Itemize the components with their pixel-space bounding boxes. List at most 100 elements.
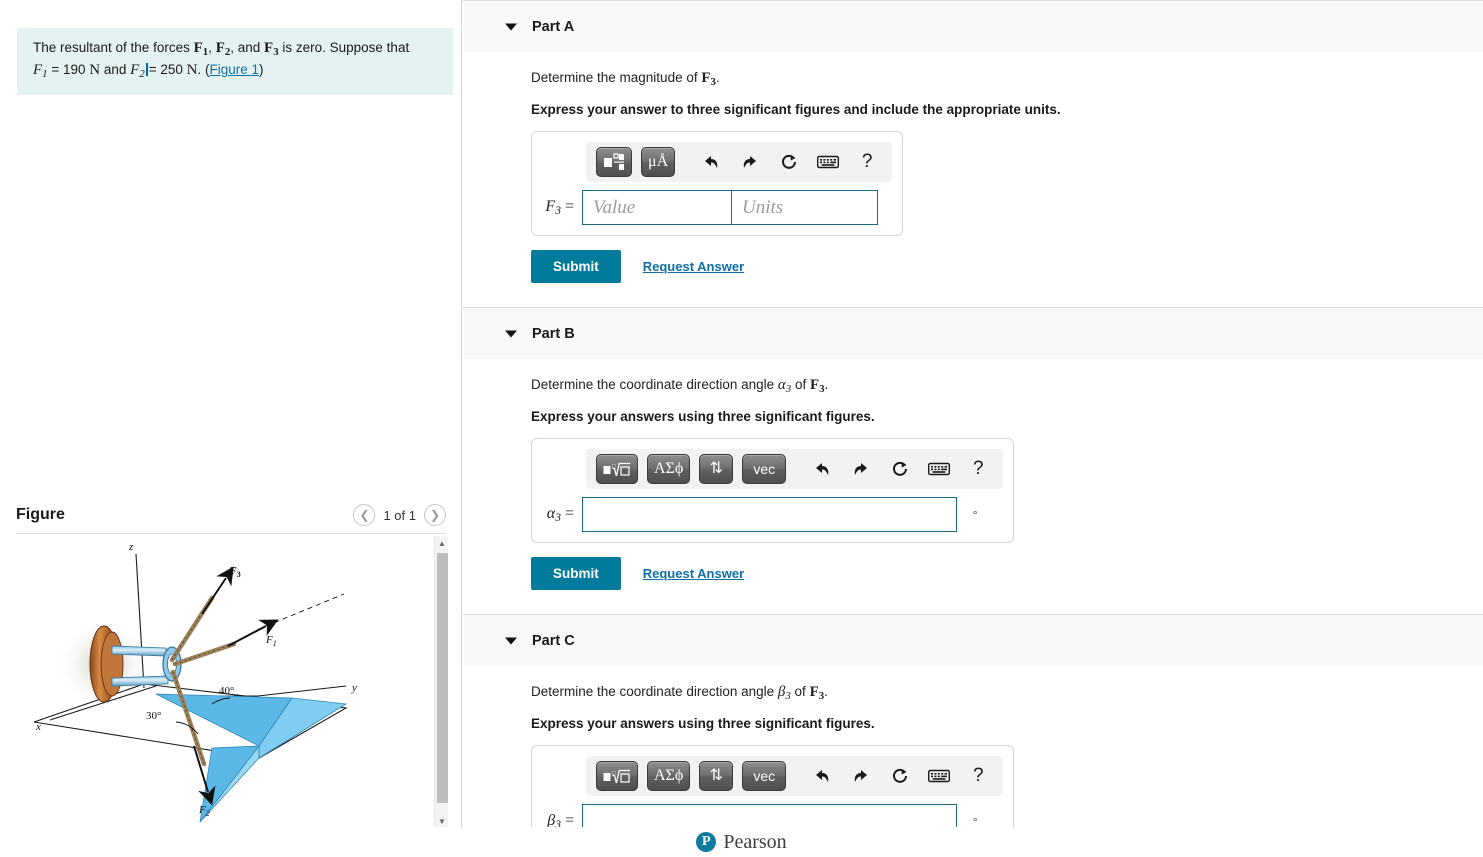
reset-button[interactable] bbox=[885, 455, 915, 483]
part-b-question-variable: F3 bbox=[809, 377, 825, 396]
given-f2-value: = 250 bbox=[148, 62, 183, 78]
part-b-degree-symbol: ° bbox=[973, 508, 978, 521]
part-b-header[interactable]: Part B bbox=[463, 307, 1483, 360]
part-c-question-variable: F3 bbox=[809, 684, 825, 703]
template-root-button[interactable]: □ bbox=[596, 454, 638, 485]
page-root: The resultant of the forces F1, F2, and … bbox=[0, 0, 1483, 857]
figure-1-link[interactable]: Figure 1 bbox=[210, 62, 260, 77]
figure-prev-button[interactable]: ❮ bbox=[353, 504, 376, 526]
rope-twist-detail bbox=[171, 597, 235, 765]
left-panel: The resultant of the forces F1, F2, and … bbox=[0, 0, 462, 857]
part-c-question-post: . bbox=[824, 684, 828, 700]
problem-sep-2: , and bbox=[230, 40, 265, 55]
figure-pager: ❮ 1 of 1 ❯ bbox=[353, 504, 446, 526]
arrows-button[interactable]: ⇅ bbox=[699, 761, 734, 792]
part-b-request-answer-link[interactable]: Request Answer bbox=[643, 566, 744, 581]
template-root-button[interactable]: □ bbox=[596, 761, 638, 792]
part-a-input-row: F3 = bbox=[540, 190, 894, 226]
part-a-units-input[interactable] bbox=[732, 190, 878, 226]
figure-scrollbar[interactable]: ▲ ▼ bbox=[434, 536, 448, 828]
part-b-input-row: α3 = ° bbox=[540, 497, 1005, 533]
part-a-value-input[interactable] bbox=[582, 190, 732, 226]
force-vector-f1 bbox=[227, 619, 279, 647]
keyboard-button[interactable] bbox=[813, 148, 843, 176]
given-f1-unit: N bbox=[89, 62, 101, 79]
help-button[interactable]: ? bbox=[852, 148, 882, 176]
vector-button[interactable]: vec bbox=[742, 761, 787, 792]
part-c-label: Part C bbox=[532, 632, 575, 649]
greek-symbols-button[interactable]: ΑΣϕ bbox=[647, 761, 691, 792]
part-b-question-mid: of bbox=[791, 377, 810, 393]
y-axis-line-outer bbox=[257, 685, 347, 697]
triangle-down-icon[interactable] bbox=[505, 23, 517, 30]
undo-button[interactable] bbox=[696, 148, 726, 176]
part-a-submit-button[interactable]: Submit bbox=[531, 250, 621, 284]
given-f1-symbol: F1 bbox=[33, 62, 48, 81]
keyboard-button[interactable] bbox=[924, 455, 954, 483]
force-label-f1: F1 bbox=[265, 634, 277, 648]
keyboard-icon bbox=[817, 155, 840, 169]
caret-up-icon[interactable]: ▲ bbox=[435, 536, 449, 550]
caret-down-icon[interactable]: ▼ bbox=[435, 814, 449, 828]
template-blocks-button[interactable] bbox=[596, 147, 632, 178]
part-b-question-angle: α3 bbox=[777, 377, 792, 396]
reset-circular-arrow-icon bbox=[893, 461, 908, 476]
reset-button[interactable] bbox=[885, 762, 915, 790]
part-c-instruction: Express your answers using three signifi… bbox=[531, 716, 875, 732]
keyboard-button[interactable] bbox=[924, 762, 954, 790]
axis-label-x: x bbox=[35, 721, 41, 733]
figure-panel-title: Figure bbox=[16, 506, 65, 523]
part-section-b: Part B Determine the coordinate directio… bbox=[463, 307, 1483, 591]
given-close-paren: ) bbox=[259, 62, 264, 78]
part-a-request-answer-link[interactable]: Request Answer bbox=[643, 259, 744, 274]
force-f2-symbol: F2 bbox=[215, 40, 231, 59]
angle-label-30: 30° bbox=[146, 710, 161, 722]
part-b-toolbar: □ ΑΣϕ ⇅ vec ? bbox=[586, 449, 1004, 490]
undo-icon bbox=[816, 770, 829, 783]
part-a-question-pre: Determine the magnitude of bbox=[531, 70, 702, 85]
vector-button[interactable]: vec bbox=[742, 454, 787, 485]
force-f3-symbol: F3 bbox=[264, 40, 279, 59]
part-b-body: Determine the coordinate direction angle… bbox=[463, 359, 1483, 591]
part-c-header[interactable]: Part C bbox=[463, 614, 1483, 667]
triangle-down-icon[interactable] bbox=[505, 330, 517, 338]
greek-symbols-label: ΑΣϕ bbox=[654, 767, 684, 785]
units-micro-angstrom-button[interactable]: μÅ bbox=[641, 147, 676, 178]
pearson-logo-icon: P bbox=[696, 832, 717, 852]
part-b-value-input[interactable] bbox=[582, 497, 957, 533]
part-a-header[interactable]: Part A bbox=[463, 0, 1483, 52]
help-button[interactable]: ? bbox=[963, 762, 993, 790]
pearson-brand-name: Pearson bbox=[723, 830, 787, 853]
reset-button[interactable] bbox=[774, 148, 804, 176]
help-button[interactable]: ? bbox=[963, 455, 993, 483]
rope-group bbox=[169, 595, 237, 767]
part-a-actions: Submit Request Answer bbox=[531, 250, 1483, 284]
help-question-mark-icon: ? bbox=[973, 765, 984, 787]
given-period: . ( bbox=[197, 62, 210, 78]
undo-button[interactable] bbox=[807, 455, 837, 483]
text-cursor bbox=[145, 63, 148, 77]
undo-icon bbox=[705, 156, 718, 169]
part-section-a: Part A Determine the magnitude of F3. Ex… bbox=[463, 0, 1483, 284]
redo-button[interactable] bbox=[735, 148, 765, 176]
figure-next-button[interactable]: ❯ bbox=[424, 504, 446, 526]
reset-circular-arrow-icon bbox=[893, 768, 908, 783]
arrows-button[interactable]: ⇅ bbox=[699, 454, 734, 485]
help-question-mark-icon: ? bbox=[973, 458, 984, 480]
figure-viewport: z y x F3 F1 F2 40° 30° bbox=[16, 536, 446, 828]
part-a-answer-label: F3 = bbox=[545, 197, 574, 218]
part-b-label: Part B bbox=[532, 325, 575, 342]
part-c-question-mid: of bbox=[790, 684, 810, 700]
greek-symbols-button[interactable]: ΑΣϕ bbox=[647, 454, 691, 485]
figure-panel-header: Figure ❮ 1 of 1 ❯ bbox=[16, 504, 446, 526]
triangle-down-icon[interactable] bbox=[505, 637, 517, 645]
given-f2-unit: N bbox=[186, 62, 198, 79]
force-vector-f3 bbox=[201, 566, 234, 615]
figure-header-divider bbox=[16, 533, 446, 534]
undo-button[interactable] bbox=[807, 762, 837, 790]
redo-button[interactable] bbox=[846, 762, 876, 790]
redo-button[interactable] bbox=[846, 455, 876, 483]
part-a-label: Part A bbox=[532, 18, 575, 35]
part-b-submit-button[interactable]: Submit bbox=[531, 557, 621, 591]
figure-scrollbar-thumb[interactable] bbox=[437, 553, 448, 803]
